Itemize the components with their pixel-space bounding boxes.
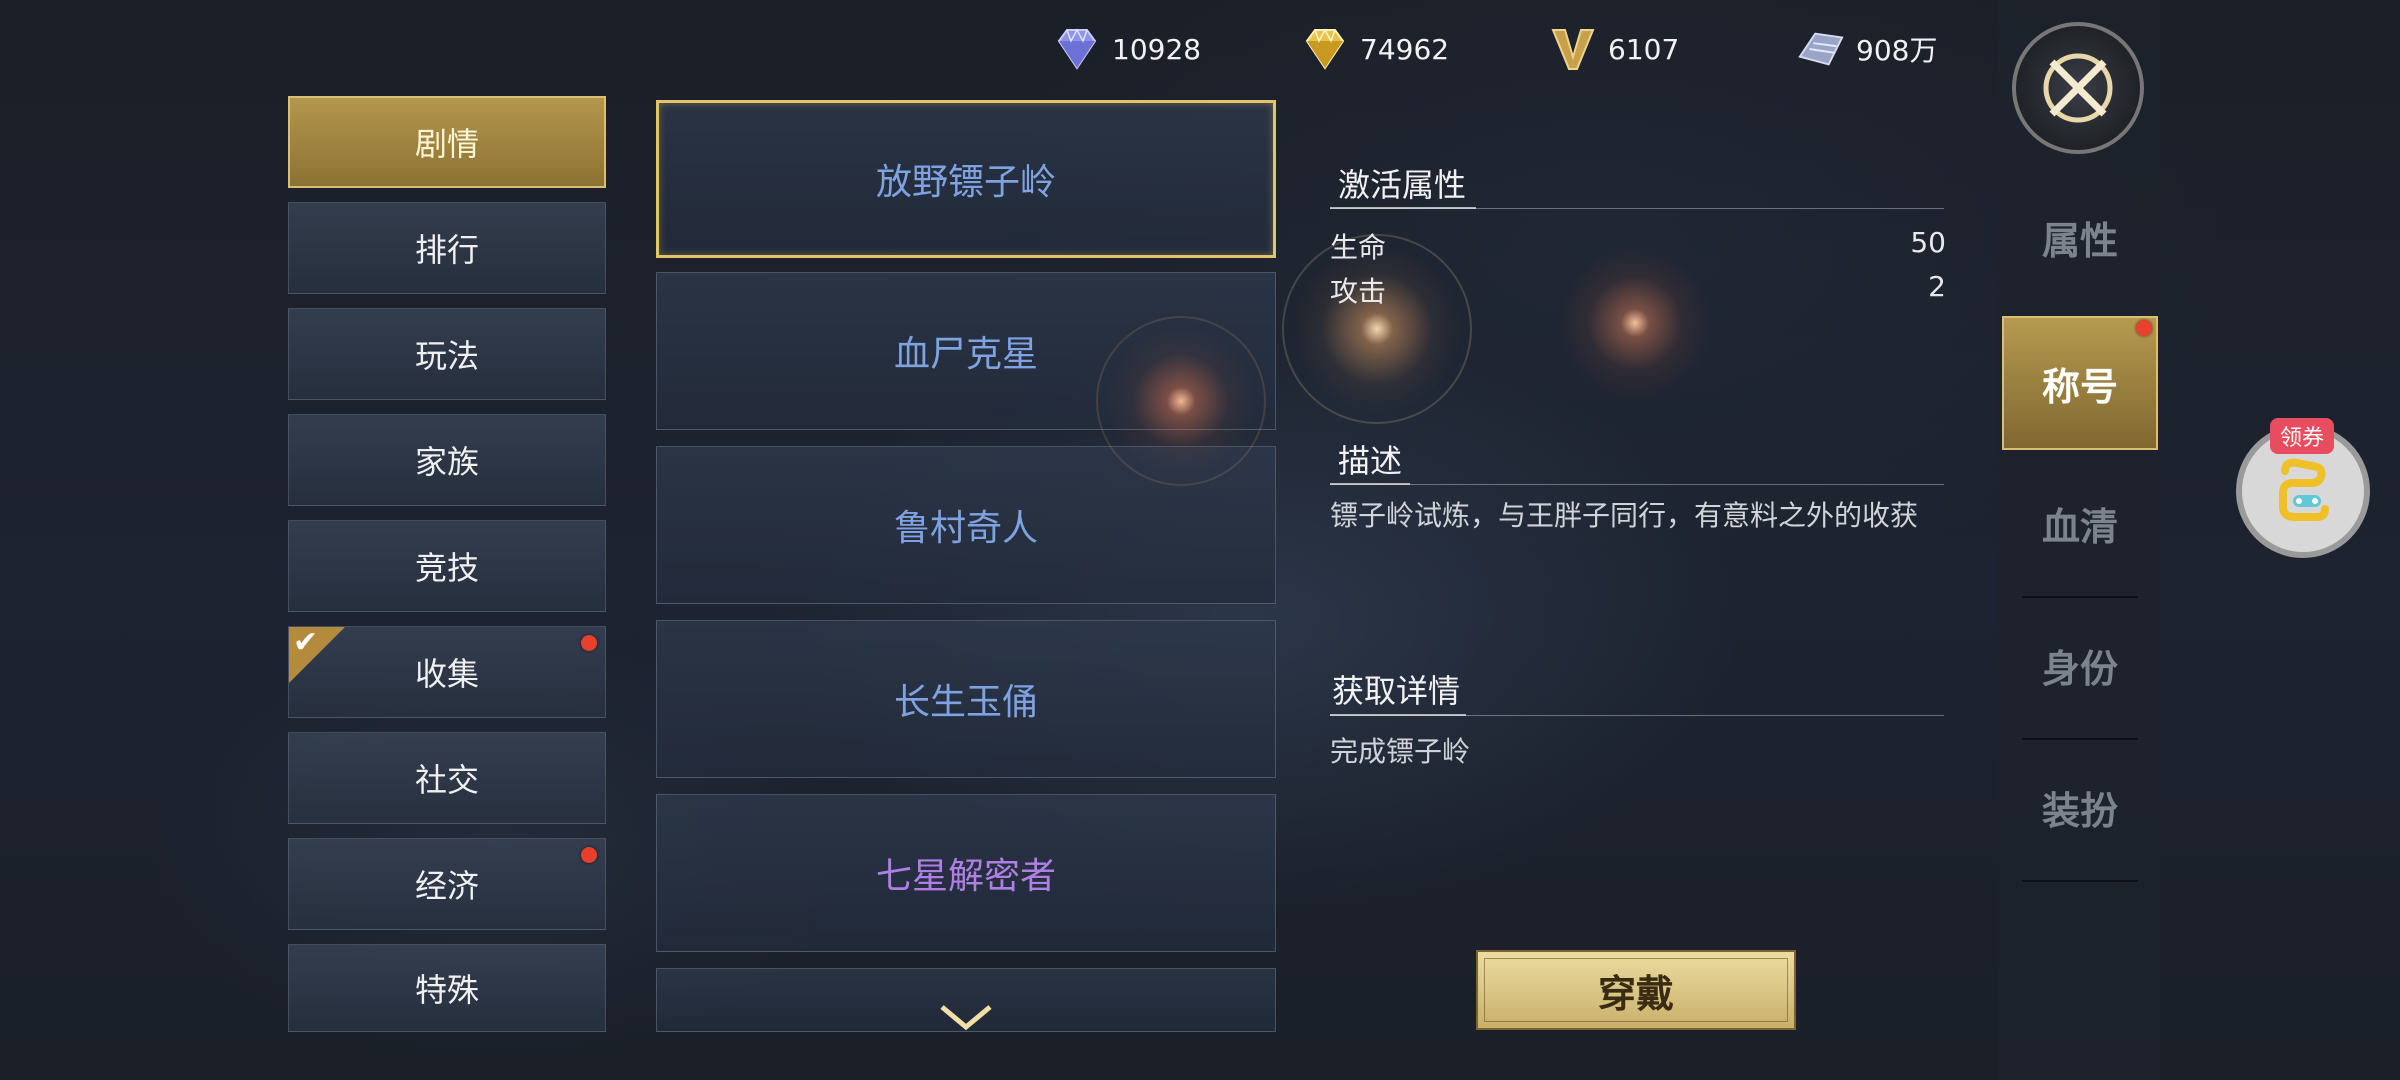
category-special[interactable]: 特殊: [288, 944, 606, 1032]
currency-v-points: 6107: [1548, 24, 1679, 74]
v-points-count: 6107: [1608, 32, 1680, 66]
divider: [1330, 484, 1944, 485]
chevron-down-icon[interactable]: [936, 1003, 996, 1032]
stat-hp-label: 生命: [1330, 231, 1387, 264]
category-label: 社交: [414, 761, 479, 799]
category-label: 玩法: [414, 337, 479, 375]
category-family[interactable]: 家族: [288, 414, 606, 506]
notification-dot: [2136, 320, 2152, 336]
crossed-circle-icon: [2043, 53, 2113, 123]
title-item[interactable]: 放野镖子岭: [656, 100, 1276, 258]
category-economy[interactable]: 经济: [288, 838, 606, 930]
nav-label: 称号: [2041, 363, 2118, 409]
silver-ingot-icon: [1796, 26, 1846, 72]
category-social[interactable]: 社交: [288, 732, 606, 824]
nav-serum[interactable]: 血清: [2000, 458, 2160, 588]
attributes-heading: 激活属性: [1338, 166, 1467, 204]
wear-button[interactable]: 穿戴: [1476, 950, 1796, 1030]
category-arena[interactable]: 竞技: [288, 520, 606, 612]
wear-button-label: 穿戴: [1597, 970, 1674, 1016]
category-label: 经济: [414, 867, 479, 905]
checkmark-icon: ✔: [293, 625, 319, 660]
title-name: 长生玉俑: [893, 682, 1038, 723]
heading-underline: [1330, 207, 1476, 209]
nav-label: 属性: [2041, 217, 2118, 263]
nav-costume[interactable]: 装扮: [2000, 742, 2160, 872]
category-label: 剧情: [414, 125, 479, 163]
glow-orb: [1552, 240, 1718, 406]
gold-diamond-count: 74962: [1360, 32, 1450, 66]
nav-label: 身份: [2041, 645, 2118, 691]
title-name: 放野镖子岭: [875, 162, 1056, 203]
v-points-icon: [1548, 26, 1598, 72]
description-heading: 描述: [1338, 442, 1403, 480]
nav-label: 装扮: [2041, 787, 2118, 833]
nav-attributes[interactable]: 属性: [2000, 172, 2160, 302]
stat-attack-label: 攻击: [1330, 275, 1387, 308]
title-item[interactable]: 长生玉俑: [656, 620, 1276, 778]
title-name: 鲁村奇人: [893, 508, 1038, 549]
category-gameplay[interactable]: 玩法: [288, 308, 606, 400]
notification-dot: [581, 847, 597, 863]
purple-diamond-icon: [1052, 26, 1102, 72]
gold-diamond-icon: [1300, 26, 1350, 72]
heading-underline: [1330, 714, 1466, 716]
silver-count: 908万: [1856, 34, 1938, 67]
nav-divider: [2022, 880, 2138, 882]
category-label: 收集: [414, 655, 479, 693]
close-logo-button[interactable]: [2012, 22, 2144, 154]
nav-label: 血清: [2041, 503, 2118, 549]
title-item[interactable]: 七星解密者: [656, 794, 1276, 952]
category-label: 排行: [414, 231, 479, 269]
notification-dot: [581, 635, 597, 651]
category-collection[interactable]: ✔ 收集: [288, 625, 606, 718]
title-item-partial[interactable]: [656, 968, 1276, 1032]
category-label: 家族: [414, 443, 479, 481]
currency-gold-diamond: 74962: [1300, 24, 1449, 74]
title-item[interactable]: 血尸克星: [656, 272, 1276, 430]
category-label: 竞技: [414, 549, 479, 587]
heading-underline: [1330, 483, 1410, 485]
nav-divider: [2022, 596, 2138, 598]
nav-titles[interactable]: 称号: [2002, 316, 2158, 450]
category-story[interactable]: 剧情: [288, 96, 606, 188]
stat-attack-value: 2: [1928, 270, 1946, 303]
coupon-label: 领券: [2270, 418, 2335, 454]
diamond-count: 10928: [1112, 32, 1202, 66]
description-text: 镖子岭试炼，与王胖子同行，有意料之外的收获: [1330, 499, 1919, 532]
title-name: 血尸克星: [893, 334, 1038, 375]
currency-diamond: 10928: [1052, 24, 1201, 74]
title-item[interactable]: 鲁村奇人: [656, 446, 1276, 604]
currency-silver: 908万: [1796, 24, 1937, 74]
nav-divider: [2022, 738, 2138, 740]
category-label: 特殊: [414, 971, 479, 1009]
stat-hp-value: 50: [1910, 226, 1946, 259]
gamepad-snake-icon: [2279, 458, 2329, 521]
obtain-heading: 获取详情: [1332, 672, 1461, 710]
nav-identity[interactable]: 身份: [2000, 600, 2160, 730]
title-name: 七星解密者: [875, 856, 1056, 897]
obtain-text: 完成镖子岭: [1330, 735, 1471, 768]
category-ranking[interactable]: 排行: [288, 202, 606, 294]
